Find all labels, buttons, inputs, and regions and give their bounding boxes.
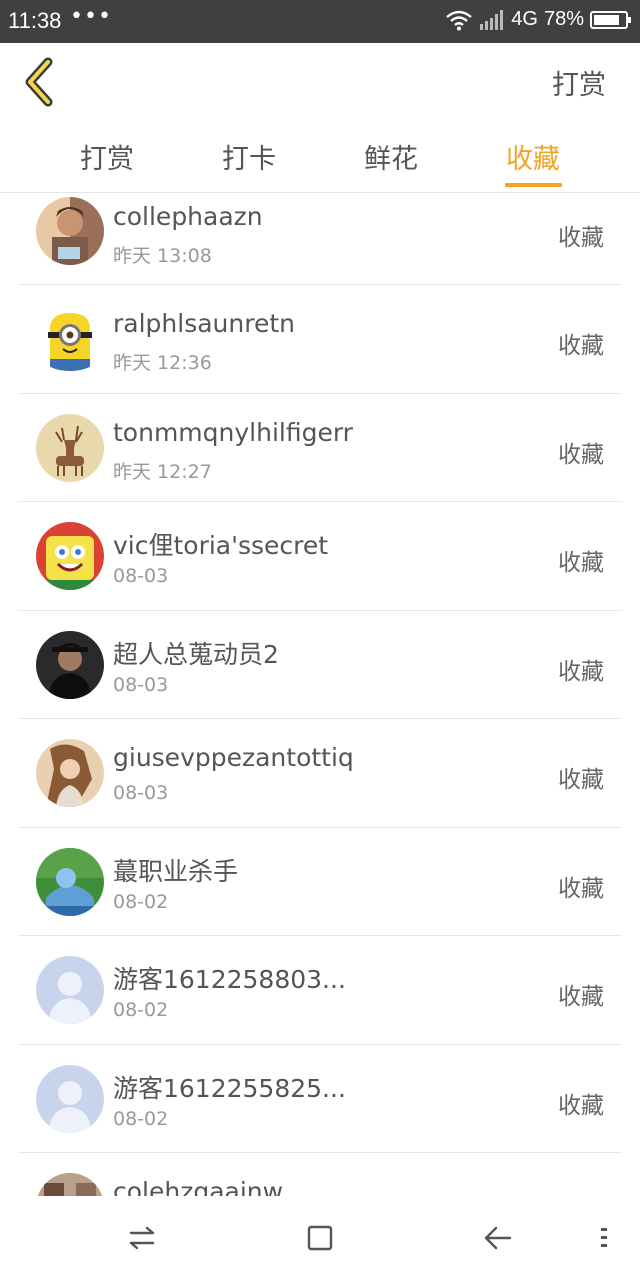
list-item[interactable]: ralphlsaunretn 昨天 12:36 收藏: [0, 285, 640, 394]
list-item[interactable]: 游客1612258803... 08-02 收藏: [0, 936, 640, 1045]
user-name: colehzgaainw: [113, 1177, 284, 1196]
man-in-cap-avatar: [36, 630, 104, 699]
status-time: 11:38: [8, 8, 62, 33]
battery-percent: 78%: [543, 8, 584, 30]
favorite-label[interactable]: 收藏: [558, 760, 604, 794]
minion-avatar: [36, 305, 104, 373]
tab-favorites[interactable]: 收藏: [488, 137, 578, 176]
user-name: tonmmqnylhilfigerr: [113, 417, 353, 447]
favorite-label[interactable]: 收藏: [558, 652, 604, 686]
user-name: ralphlsaunretn: [113, 309, 295, 338]
signal-icon: [480, 9, 504, 30]
photo-avatar: [36, 1173, 104, 1196]
item-time: 08-02: [113, 890, 169, 913]
favorite-label[interactable]: 收藏: [558, 326, 604, 360]
favorite-label[interactable]: 收藏: [558, 435, 604, 469]
favorites-list: collephaazn 昨天 13:08 收藏 ralphlsaunretn 昨…: [0, 194, 640, 1196]
status-notification-dots: •••: [70, 4, 112, 29]
user-name: 游客1612255825...: [113, 1073, 346, 1103]
favorite-label[interactable]: 收藏: [558, 1086, 604, 1120]
list-item[interactable]: collephaazn 昨天 13:08 收藏: [0, 194, 640, 285]
item-time: 08-02: [113, 999, 169, 1021]
list-item[interactable]: 超人总蒐动员2 08-03 收藏: [0, 611, 640, 720]
deer-avatar: [36, 413, 104, 482]
default-user-avatar: [36, 1064, 104, 1133]
user-name: 蕞职业杀手: [113, 856, 239, 886]
tab-checkin[interactable]: 打卡: [204, 137, 294, 176]
user-name: collephaazn: [113, 202, 263, 231]
spongebob-avatar: [36, 522, 104, 590]
back-chevron-icon[interactable]: [18, 57, 62, 107]
reward-header-button[interactable]: 打赏: [552, 63, 606, 102]
user-name: giusevppezantottiq: [113, 743, 354, 772]
list-item[interactable]: 游客1612255825... 08-02 收藏: [0, 1045, 640, 1154]
switch-apps-icon[interactable]: [126, 1222, 158, 1254]
list-item[interactable]: tonmmqnylhilfigerr 昨天 12:27 收藏: [0, 394, 640, 503]
status-bar: 11:38 ••• 4G 78%: [0, 0, 640, 43]
system-nav-bar: [0, 1196, 640, 1280]
user-name: 超人总蒐动员2: [113, 639, 279, 669]
item-time: 昨天 12:27: [113, 460, 212, 483]
user-name: vic俚toria'ssecret: [113, 531, 329, 560]
list-item[interactable]: colehzgaainw 收藏: [0, 1153, 640, 1196]
list-item[interactable]: vic俚toria'ssecret 08-03 收藏: [0, 502, 640, 611]
menu-dots-icon[interactable]: [596, 1222, 612, 1254]
favorite-label[interactable]: 收藏: [558, 977, 604, 1011]
header: 打赏: [0, 43, 640, 123]
user-name: 游客1612258803...: [113, 965, 346, 994]
battery-icon: [590, 10, 631, 29]
default-user-avatar: [36, 956, 104, 1024]
network-type: 4G: [511, 8, 538, 30]
man-portrait-avatar: [36, 197, 104, 265]
item-time: 08-03: [113, 565, 169, 587]
home-square-icon[interactable]: [304, 1222, 336, 1254]
status-right-group: 4G 78%: [445, 8, 632, 31]
back-arrow-icon[interactable]: [482, 1222, 514, 1254]
item-time: 08-03: [113, 782, 169, 804]
tab-bar: 打赏 打卡 鲜花 收藏: [0, 123, 640, 193]
item-time: 08-02: [113, 1107, 169, 1130]
woman-hair-avatar: [36, 739, 104, 807]
favorite-label[interactable]: 收藏: [558, 218, 604, 252]
item-time: 08-03: [113, 673, 169, 696]
blue-scene-avatar: [36, 847, 104, 916]
list-item[interactable]: giusevppezantottiq 08-03 收藏: [0, 719, 640, 828]
active-tab-indicator: [505, 183, 562, 187]
wifi-icon: [446, 10, 473, 30]
tab-flowers[interactable]: 鲜花: [346, 137, 436, 176]
item-time: 昨天 12:36: [113, 352, 212, 374]
item-time: 昨天 13:08: [113, 245, 212, 267]
list-item[interactable]: 蕞职业杀手 08-02 收藏: [0, 828, 640, 937]
favorite-label[interactable]: 收藏: [558, 543, 604, 577]
favorite-label[interactable]: 收藏: [558, 869, 604, 903]
tab-reward[interactable]: 打赏: [62, 137, 152, 176]
